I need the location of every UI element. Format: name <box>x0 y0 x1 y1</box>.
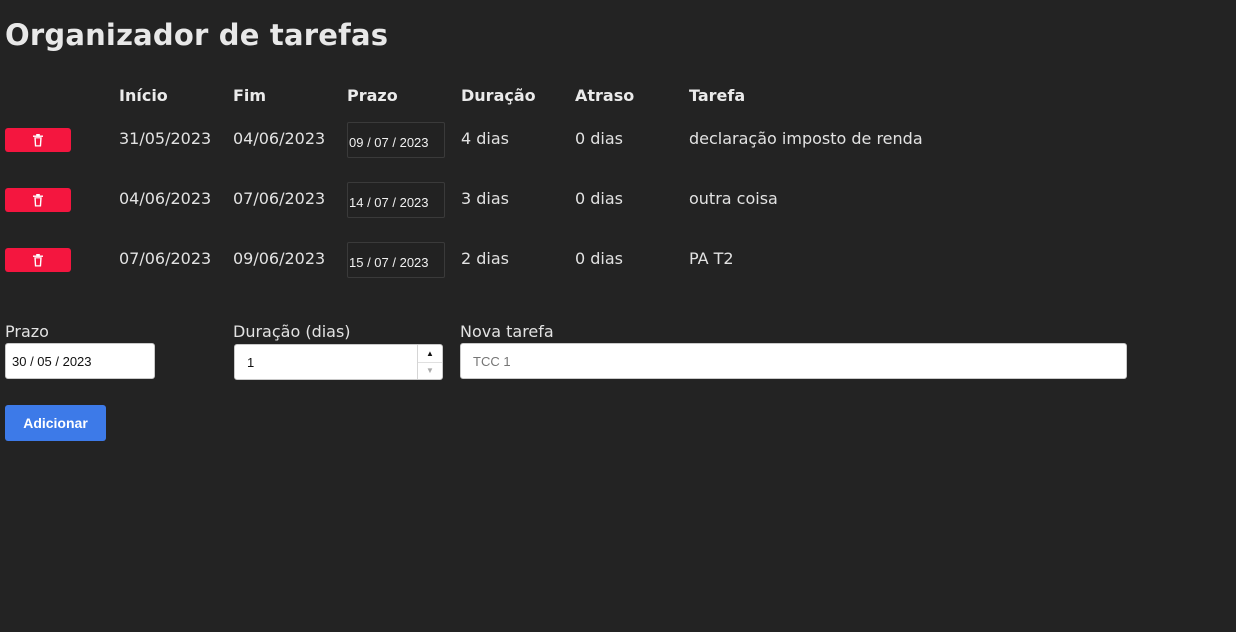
cell-fim: 07/06/2023 <box>233 188 326 208</box>
prazo-date-input[interactable]: 14 / 07 / 2023 <box>347 182 445 218</box>
header-inicio: Início <box>119 85 168 105</box>
cell-atraso: 0 dias <box>575 128 624 148</box>
cell-tarefa: declaração imposto de renda <box>689 128 923 148</box>
duracao-label: Duração (dias) <box>233 322 351 341</box>
header-prazo: Prazo <box>347 85 398 105</box>
header-atraso: Atraso <box>575 85 635 105</box>
cell-duracao: 2 dias <box>461 248 510 268</box>
trash-icon <box>33 193 43 206</box>
add-task-button[interactable]: Adicionar <box>5 405 106 441</box>
prazo-date-input[interactable]: 09 / 07 / 2023 <box>347 122 445 158</box>
header-tarefa: Tarefa <box>689 85 746 105</box>
cell-tarefa: outra coisa <box>689 188 778 208</box>
page-title: Organizador de tarefas <box>5 18 389 52</box>
table-row-actions <box>5 230 119 290</box>
nova-tarefa-label: Nova tarefa <box>460 322 554 341</box>
cell-duracao: 4 dias <box>461 128 510 148</box>
header-actions <box>5 80 119 110</box>
cell-fim: 04/06/2023 <box>233 128 326 148</box>
chevron-down-icon[interactable]: ▼ <box>418 363 442 380</box>
table-row-actions <box>5 110 119 170</box>
cell-duracao: 3 dias <box>461 188 510 208</box>
cell-atraso: 0 dias <box>575 188 624 208</box>
cell-fim: 09/06/2023 <box>233 248 326 268</box>
prazo-date-field[interactable]: 30 / 05 / 2023 <box>5 343 155 379</box>
trash-icon <box>33 253 43 266</box>
delete-task-button[interactable] <box>5 188 71 212</box>
duracao-number-field[interactable]: 1 ▲ ▼ <box>234 344 443 380</box>
table-row-actions <box>5 170 119 230</box>
delete-task-button[interactable] <box>5 128 71 152</box>
nova-tarefa-input[interactable] <box>460 343 1127 379</box>
cell-atraso: 0 dias <box>575 248 624 268</box>
prazo-date-input[interactable]: 15 / 07 / 2023 <box>347 242 445 278</box>
delete-task-button[interactable] <box>5 248 71 272</box>
header-fim: Fim <box>233 85 267 105</box>
chevron-up-icon[interactable]: ▲ <box>418 345 442 363</box>
cell-inicio: 07/06/2023 <box>119 248 212 268</box>
duracao-value: 1 <box>247 354 255 370</box>
trash-icon <box>33 133 43 146</box>
duracao-stepper[interactable]: ▲ ▼ <box>417 345 442 379</box>
cell-inicio: 04/06/2023 <box>119 188 212 208</box>
cell-tarefa: PA T2 <box>689 248 734 268</box>
tasks-table: Início Fim Prazo Duração Atraso Tarefa 3… <box>5 80 1149 290</box>
prazo-date-value: 30 / 05 / 2023 <box>12 353 92 369</box>
header-duracao: Duração <box>461 85 536 105</box>
cell-inicio: 31/05/2023 <box>119 128 212 148</box>
prazo-label: Prazo <box>5 322 49 341</box>
